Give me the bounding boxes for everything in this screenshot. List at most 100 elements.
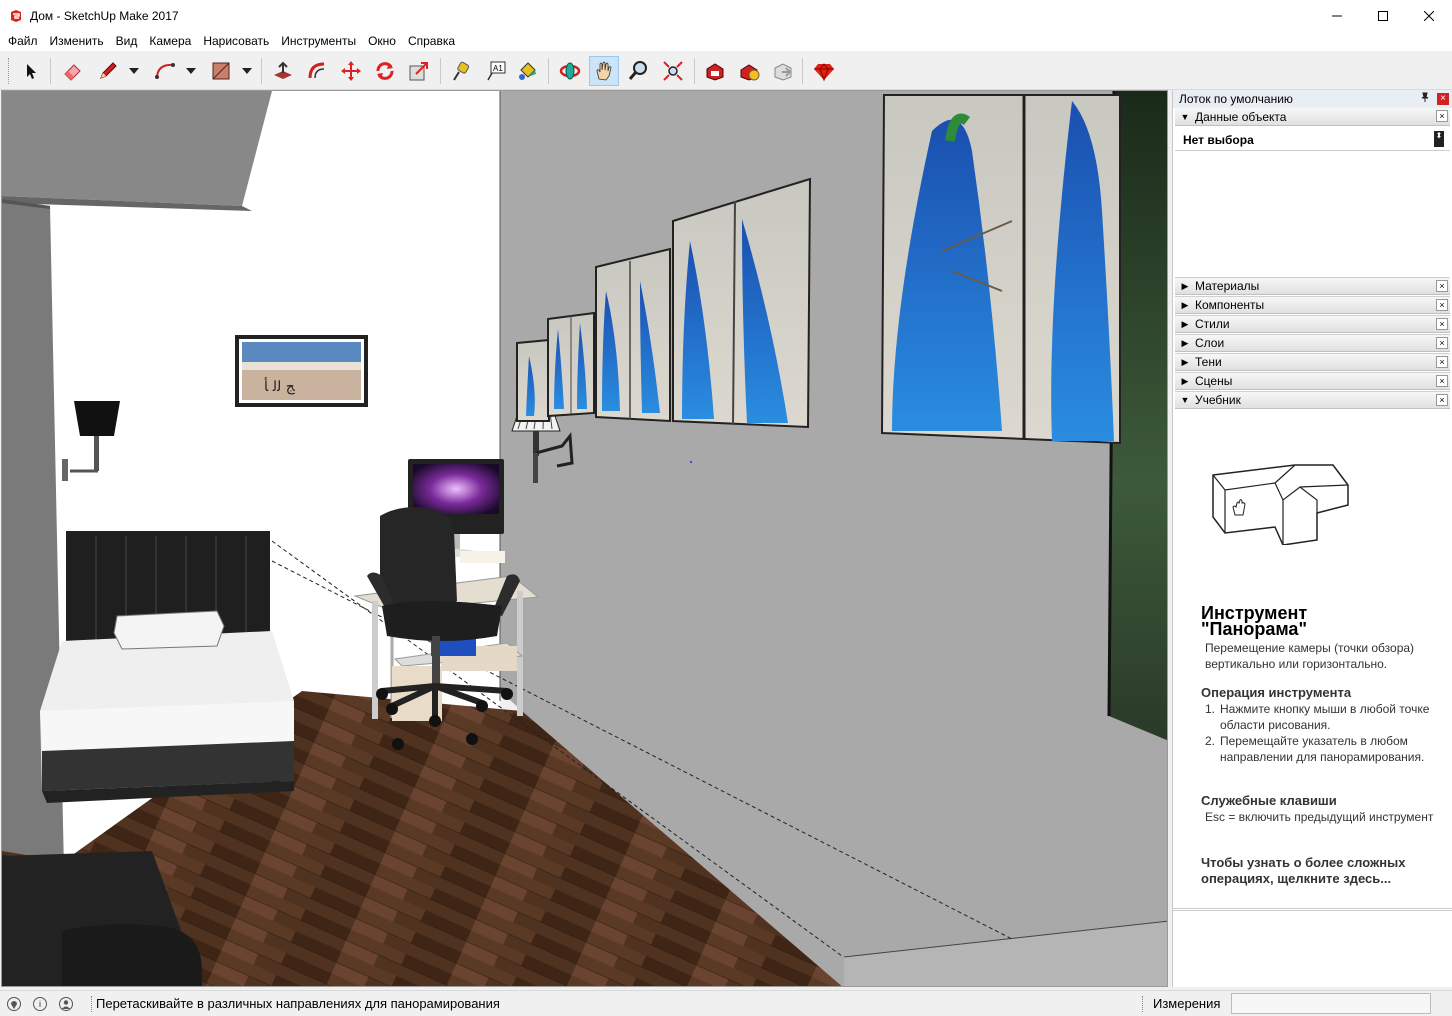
tape-measure-tool-button[interactable] bbox=[446, 56, 476, 86]
menu-help[interactable]: Справка bbox=[402, 32, 461, 51]
close-icon[interactable]: × bbox=[1436, 394, 1448, 406]
maximize-button[interactable] bbox=[1360, 0, 1406, 32]
ruby-extension-button[interactable] bbox=[809, 56, 839, 86]
instructor-advanced-link[interactable]: Чтобы узнать о более сложных операциях, … bbox=[1201, 855, 1452, 887]
offset-tool-button[interactable] bbox=[302, 56, 332, 86]
orbit-tool-icon bbox=[559, 62, 581, 80]
arc-tool-dropdown[interactable] bbox=[185, 64, 197, 78]
tape-measure-tool-icon bbox=[453, 61, 470, 81]
panel-materials[interactable]: ▶ Материалы × bbox=[1175, 277, 1450, 295]
paint-bucket-tool-icon bbox=[519, 62, 536, 80]
close-icon[interactable]: × bbox=[1436, 110, 1448, 122]
warehouse-button[interactable] bbox=[700, 56, 730, 86]
share-model-button[interactable] bbox=[734, 56, 764, 86]
panel-layers[interactable]: ▶ Слои × bbox=[1175, 334, 1450, 352]
close-icon[interactable]: × bbox=[1436, 375, 1448, 387]
pencil-line-tool-icon bbox=[100, 62, 117, 79]
panel-shadows[interactable]: ▶ Тени × bbox=[1175, 353, 1450, 371]
svg-text:ﺞ ﻟﻟ ﺄ: ﺞ ﻟﻟ ﺄ bbox=[264, 376, 296, 395]
close-button[interactable] bbox=[1406, 0, 1452, 32]
close-icon[interactable]: × bbox=[1436, 356, 1448, 368]
scale-tool-icon bbox=[409, 62, 428, 81]
user-icon[interactable] bbox=[59, 996, 73, 1011]
tray-header: Лоток по умолчанию × bbox=[1173, 90, 1452, 108]
extension-warehouse-button[interactable] bbox=[768, 56, 798, 86]
pan-tool-button[interactable] bbox=[589, 56, 619, 86]
minimize-icon bbox=[1332, 15, 1342, 17]
minimize-button[interactable] bbox=[1314, 0, 1360, 32]
pan-tool-icon bbox=[596, 61, 612, 81]
instructor-steps: 1. Нажмите кнопку мыши в любой точке обл… bbox=[1205, 701, 1435, 765]
selection-status: Нет выбора bbox=[1175, 127, 1450, 151]
menu-bar: Файл Изменить Вид Камера Нарисовать Инст… bbox=[0, 32, 1452, 51]
model-scene[interactable]: ﺞ ﻟﻟ ﺄ bbox=[2, 91, 1168, 987]
close-icon[interactable]: × bbox=[1436, 318, 1448, 330]
menu-camera[interactable]: Камера bbox=[143, 32, 197, 51]
toolbar-grip[interactable] bbox=[8, 58, 11, 84]
zoom-tool-icon bbox=[628, 61, 647, 80]
entity-info-label: Данные объекта bbox=[1195, 109, 1287, 124]
scale-tool-button[interactable] bbox=[404, 56, 434, 86]
orbit-tool-button[interactable] bbox=[555, 56, 585, 86]
eraser-tool-button[interactable] bbox=[57, 56, 87, 86]
step-text: Нажмите кнопку мыши в любой точке област… bbox=[1220, 702, 1430, 732]
info-icon[interactable]: i bbox=[33, 996, 47, 1011]
instructor-panel-body: Инструмент "Панорама" Перемещение камеры… bbox=[1175, 410, 1450, 910]
menu-window[interactable]: Окно bbox=[362, 32, 402, 51]
move-tool-button[interactable] bbox=[336, 56, 366, 86]
entity-info-panel-header[interactable]: ▼ Данные объекта × bbox=[1175, 108, 1450, 126]
eraser-tool-icon bbox=[64, 64, 81, 81]
instructor-step: 1. Нажмите кнопку мыши в любой точке обл… bbox=[1205, 701, 1435, 733]
expand-details-icon[interactable]: ⬍ bbox=[1434, 131, 1444, 147]
push-pull-tool-button[interactable] bbox=[268, 56, 298, 86]
zoom-tool-button[interactable] bbox=[623, 56, 653, 86]
pencil-line-tool-button[interactable] bbox=[93, 56, 123, 86]
warehouse-icon bbox=[706, 63, 724, 81]
shape-tool-dropdown[interactable] bbox=[241, 64, 253, 78]
instructor-step: 2. Перемещайте указатель в любом направл… bbox=[1205, 733, 1435, 765]
panel-instructor[interactable]: ▼ Учебник × bbox=[1175, 391, 1450, 409]
title-bar: Дом - SketchUp Make 2017 bbox=[0, 0, 1452, 32]
chevron-right-icon: ▶ bbox=[1181, 337, 1189, 348]
arc-tool-button[interactable] bbox=[150, 56, 180, 86]
panel-scenes[interactable]: ▶ Сцены × bbox=[1175, 372, 1450, 390]
menu-file[interactable]: Файл bbox=[2, 32, 44, 51]
sketchup-logo-icon bbox=[11, 10, 21, 22]
menu-draw[interactable]: Нарисовать bbox=[197, 32, 275, 51]
menu-tools[interactable]: Инструменты bbox=[275, 32, 362, 51]
text-tool-button[interactable]: A1 bbox=[481, 56, 511, 86]
line-tool-dropdown[interactable] bbox=[128, 64, 140, 78]
default-tray: Лоток по умолчанию × ▼ Данные объекта × … bbox=[1172, 90, 1452, 987]
drawing-area[interactable]: ﺞ ﻟﻟ ﺄ bbox=[1, 90, 1168, 987]
toolbar: A1 bbox=[0, 51, 1452, 90]
extension-warehouse-icon bbox=[774, 63, 792, 81]
instructor-title-line2: "Панорама" bbox=[1201, 619, 1307, 639]
close-icon[interactable]: × bbox=[1436, 280, 1448, 292]
paint-bucket-tool-button[interactable] bbox=[512, 56, 542, 86]
share-model-icon bbox=[740, 64, 760, 81]
rotate-tool-button[interactable] bbox=[370, 56, 400, 86]
text-tool-icon: A1 bbox=[487, 61, 506, 81]
panel-label: Учебник bbox=[1195, 393, 1241, 407]
rectangle-tool-button[interactable] bbox=[206, 56, 236, 86]
close-icon[interactable]: × bbox=[1436, 337, 1448, 349]
zoom-extents-tool-button[interactable] bbox=[658, 56, 688, 86]
panel-styles[interactable]: ▶ Стили × bbox=[1175, 315, 1450, 333]
menu-view[interactable]: Вид bbox=[110, 32, 144, 51]
menu-edit[interactable]: Изменить bbox=[44, 32, 110, 51]
tray-divider bbox=[1173, 908, 1452, 911]
chevron-down-icon: ▼ bbox=[1180, 111, 1190, 122]
select-tool-button[interactable] bbox=[16, 56, 46, 86]
panel-components[interactable]: ▶ Компоненты × bbox=[1175, 296, 1450, 314]
pin-icon[interactable] bbox=[1420, 92, 1430, 105]
zoom-extents-tool-icon bbox=[663, 61, 683, 81]
measurements-label: Измерения bbox=[1153, 996, 1221, 1011]
close-icon[interactable]: × bbox=[1436, 299, 1448, 311]
instructor-keys-text: Esc = включить предыдущий инструмент bbox=[1205, 810, 1434, 824]
ruby-extension-icon bbox=[814, 63, 834, 82]
tray-close-button[interactable]: × bbox=[1437, 93, 1449, 105]
instructor-title: Инструмент "Панорама" bbox=[1201, 604, 1401, 639]
geo-location-icon[interactable] bbox=[7, 996, 21, 1011]
instructor-operation-title: Операция инструмента bbox=[1201, 685, 1352, 700]
measurements-input[interactable] bbox=[1231, 993, 1431, 1014]
